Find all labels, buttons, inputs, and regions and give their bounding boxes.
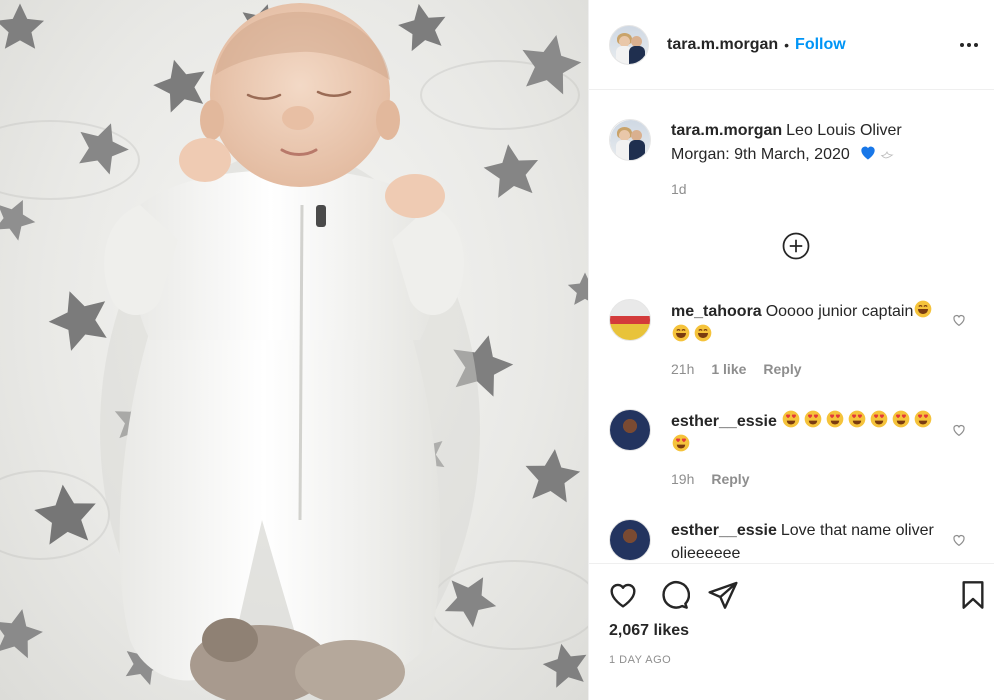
plus-circle-icon[interactable] [781, 231, 811, 261]
comment-body: me_tahoora Ooooo junior captain [671, 299, 951, 347]
grin-emoji-icon [915, 300, 932, 318]
bookmark-icon[interactable] [957, 579, 989, 611]
more-options-icon[interactable] [957, 33, 981, 57]
caption-author-avatar[interactable] [609, 119, 651, 161]
post-date[interactable]: 1 DAY AGO [609, 654, 671, 666]
caption-username[interactable]: tara.m.morgan [671, 122, 782, 139]
post-detail-panel: tara.m.morgan • Follow tara.m.morgan Leo … [588, 0, 994, 700]
commenter-avatar[interactable] [609, 409, 651, 451]
blue-heart-emoji-icon [861, 146, 875, 160]
grin-emoji-icon [694, 324, 712, 342]
commenter-avatar[interactable] [609, 299, 651, 341]
comment-like-heart-icon[interactable] [951, 312, 967, 328]
caption-meta: 1d [671, 181, 687, 197]
caption-timestamp[interactable]: 1d [671, 181, 687, 197]
comment-timestamp[interactable]: 21h [671, 361, 694, 377]
reply-button[interactable]: Reply [763, 361, 801, 377]
like-count[interactable]: 2,067 likes [609, 622, 689, 640]
comment-body: esther__essie [671, 409, 951, 457]
post-header: tara.m.morgan • Follow [589, 0, 994, 90]
sleeping-baby-illustration [100, 3, 480, 700]
comment-bubble-icon[interactable] [658, 579, 690, 611]
heart-icon[interactable] [607, 579, 639, 611]
comment-username[interactable]: me_tahoora [671, 303, 762, 320]
caption-body: tara.m.morgan Leo Louis Oliver Morgan: 9t… [671, 119, 951, 166]
comment-like-count[interactable]: 1 like [711, 361, 746, 377]
paper-plane-icon[interactable] [707, 579, 739, 611]
heart-eyes-emoji-icon [826, 410, 844, 428]
comment-like-heart-icon[interactable] [951, 532, 967, 548]
comment-body: esther__essie Love that name oliver oliee… [671, 519, 951, 563]
follow-button[interactable]: Follow [795, 36, 846, 54]
heart-eyes-emoji-icon [914, 410, 932, 428]
author-username[interactable]: tara.m.morgan [667, 36, 778, 54]
heart-eyes-emoji-icon [870, 410, 888, 428]
author-avatar[interactable] [609, 24, 649, 65]
grin-emoji-icon [672, 324, 690, 342]
header-separator: • [784, 36, 790, 53]
heart-eyes-emoji-icon [782, 410, 800, 428]
heart-eyes-emoji-icon [804, 410, 822, 428]
heart-eyes-emoji-icon [848, 410, 866, 428]
comment-meta: 19h Reply [671, 471, 749, 487]
comment-like-heart-icon[interactable] [951, 422, 967, 438]
comment-username[interactable]: esther__essie [671, 413, 777, 430]
post-actions: 2,067 likes 1 DAY AGO [589, 563, 994, 700]
heart-eyes-emoji-icon [892, 410, 910, 428]
comment-timestamp[interactable]: 19h [671, 471, 694, 487]
comment-meta: 21h 1 like Reply [671, 361, 802, 377]
comment-text: Ooooo junior captain [765, 303, 914, 320]
comment-username[interactable]: esther__essie [671, 522, 777, 539]
reply-button[interactable]: Reply [711, 471, 749, 487]
commenter-avatar[interactable] [609, 519, 651, 561]
comments-list[interactable]: tara.m.morgan Leo Louis Oliver Morgan: 9t… [589, 91, 994, 563]
dove-emoji-icon [880, 150, 894, 159]
heart-eyes-emoji-icon [672, 434, 690, 452]
post-photo[interactable] [0, 0, 588, 700]
